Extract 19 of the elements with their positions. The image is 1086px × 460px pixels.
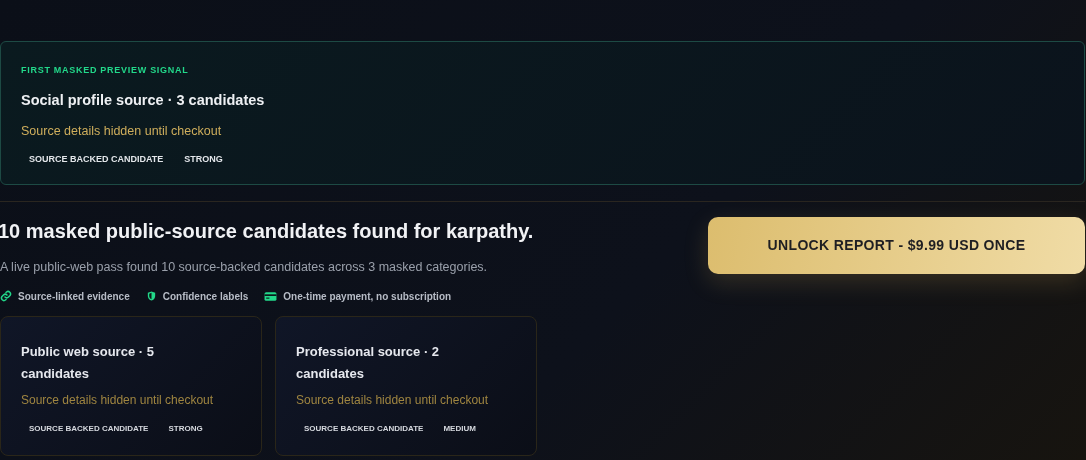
- tag-label: SOURCE BACKED CANDIDATE: [304, 422, 424, 435]
- unlock-report-button[interactable]: UNLOCK REPORT - $9.99 USD ONCE: [708, 217, 1085, 274]
- card-title: Public web source · 5 candidates: [21, 342, 155, 383]
- results-heading: 10 masked public-source candidates found for karpathy.: [0, 219, 535, 244]
- feature-label: Confidence labels: [162, 289, 249, 304]
- hidden-note: Source details hidden until checkout: [21, 123, 223, 141]
- tag-label: MEDIUM: [443, 422, 476, 435]
- eyebrow-label: FIRST MASKED PREVIEW SIGNAL: [21, 64, 190, 77]
- preview-title: Social profile source · 3 candidates: [21, 90, 266, 110]
- hidden-note: Source details hidden until checkout: [21, 391, 215, 409]
- results-subtitle: A live public-web pass found 10 source-backed candidates across 3 masked categories.: [0, 259, 489, 276]
- tag-label: STRONG: [184, 153, 223, 166]
- feature-label: One-time payment, no subscription: [283, 289, 452, 304]
- feature-label: Source-linked evidence: [18, 289, 130, 304]
- tag-label: SOURCE BACKED CANDIDATE: [29, 422, 149, 435]
- hidden-note: Source details hidden until checkout: [296, 391, 490, 409]
- tag-label: STRONG: [168, 422, 203, 435]
- tag-label: SOURCE BACKED CANDIDATE: [29, 153, 164, 166]
- card-title: Professional source · 2 candidates: [296, 342, 441, 383]
